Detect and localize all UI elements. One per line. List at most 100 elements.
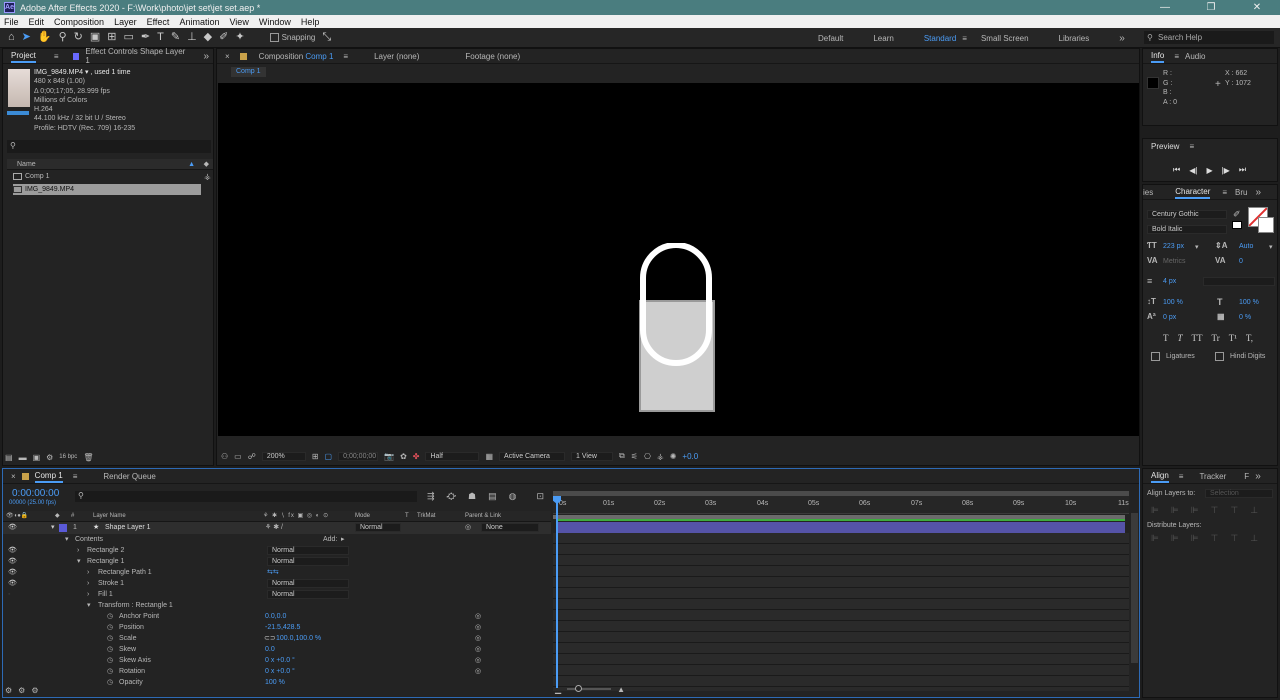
hindi-digits-option[interactable]: Hindi Digits	[1215, 352, 1265, 361]
property-row[interactable]: ◷ Scale ⊂⊃ 100.0,100.0 % ◎	[3, 633, 551, 644]
clone-stamp-tool-icon[interactable]: ⊥	[187, 32, 197, 43]
twirl-open-icon[interactable]: ▾	[51, 522, 55, 534]
property-row[interactable]: 👁 › Rectangle Path 1 ⇆⇆	[3, 567, 551, 578]
grid-icon[interactable]: ⊞	[312, 452, 319, 461]
swap-colors-icon[interactable]	[1232, 221, 1242, 229]
close-tab-icon[interactable]: ×	[11, 472, 16, 481]
twirl-icon[interactable]: ›	[87, 589, 89, 600]
pan-behind-tool-icon[interactable]: ⊞	[107, 32, 116, 43]
view-layout-select[interactable]: 1 View	[571, 451, 614, 461]
expression-pickwhip-icon[interactable]: ◎	[475, 666, 481, 677]
comp-mini-flowchart-icon[interactable]: ⇶	[427, 491, 435, 502]
menu-help[interactable]: Help	[301, 17, 320, 27]
draft-3d-icon[interactable]: ⛮	[447, 491, 456, 502]
property-row[interactable]: ◷ Anchor Point 0.0,0.0 ◎	[3, 611, 551, 622]
next-frame-icon[interactable]: |▶	[1222, 166, 1230, 175]
eraser-tool-icon[interactable]: ◆	[204, 32, 212, 43]
menu-animation[interactable]: Animation	[179, 17, 219, 27]
blend-mode-select[interactable]: Normal	[267, 557, 349, 566]
property-row[interactable]: ◷ Rotation 0 x +0.0 ° ◎	[3, 666, 551, 677]
timeline-search-input[interactable]: ⚲	[75, 491, 417, 502]
graph-editor-icon[interactable]: ⊡	[536, 491, 544, 502]
twirl-icon[interactable]: ›	[77, 545, 79, 556]
av-features-icons[interactable]: 👁◖●🔒	[6, 511, 28, 522]
zoom-slider[interactable]	[567, 685, 612, 692]
stopwatch-icon[interactable]: ◷	[107, 633, 113, 644]
always-preview-icon[interactable]: ⚇	[221, 452, 228, 461]
distribute-right-icon[interactable]: ⊥	[1250, 533, 1258, 544]
zoom-tool-icon[interactable]: ⚲	[59, 32, 67, 43]
zoom-in-icon[interactable]: ▲	[617, 685, 625, 694]
trash-icon[interactable]: 🗑	[83, 453, 93, 462]
composition-viewer[interactable]	[218, 83, 1139, 436]
hand-tool-icon[interactable]: ✋	[38, 32, 52, 43]
visibility-toggle-icon[interactable]: 👁	[8, 556, 17, 567]
expression-pickwhip-icon[interactable]: ◎	[475, 655, 481, 666]
last-frame-icon[interactable]: ⏭	[1239, 165, 1246, 175]
add-content-icon[interactable]: ▸	[341, 534, 345, 545]
align-left-icon[interactable]: ⊫	[1151, 505, 1159, 516]
mask-visibility-icon[interactable]: ☍	[248, 452, 256, 461]
playhead[interactable]	[556, 496, 558, 688]
path-direction-icon[interactable]: ⇆⇆	[267, 567, 279, 578]
blend-mode-select[interactable]: Normal	[267, 590, 349, 599]
project-menu-icon[interactable]: ≡	[54, 52, 59, 61]
align-top-icon[interactable]: ⊤	[1211, 505, 1219, 516]
ligatures-option[interactable]: Ligatures	[1151, 352, 1195, 361]
faux-italic-button[interactable]: T	[1178, 333, 1183, 343]
monitor-icon[interactable]: ▭	[234, 452, 242, 461]
shy-layers-icon[interactable]: ☗	[468, 491, 476, 502]
expression-pickwhip-icon[interactable]: ◎	[475, 644, 481, 655]
column-parent[interactable]: Parent & Link	[465, 511, 501, 522]
menu-window[interactable]: Window	[259, 17, 291, 27]
snapping-checkbox[interactable]	[269, 33, 279, 42]
workspace-default[interactable]: Default	[818, 34, 843, 43]
stopwatch-icon[interactable]: ◷	[107, 611, 113, 622]
twirl-icon[interactable]: ▾	[65, 534, 69, 545]
workspace-menu-icon[interactable]: ≡	[962, 34, 967, 43]
tab-info[interactable]: Info	[1151, 50, 1165, 63]
flowchart-icon[interactable]: ⚶	[204, 172, 211, 181]
workspace-learn[interactable]: Learn	[873, 34, 893, 43]
composition-menu-icon[interactable]: ≡	[343, 52, 348, 61]
kerning-value[interactable]: Metrics	[1163, 258, 1186, 265]
property-value[interactable]: -21.5,428.5	[265, 622, 300, 633]
bpc-label[interactable]: 16 bpc	[59, 454, 77, 460]
pen-tool-icon[interactable]: ✒	[141, 32, 150, 43]
align-middle-icon[interactable]: ⊤	[1230, 505, 1238, 516]
label-column-icon[interactable]: ◆	[55, 511, 60, 522]
selection-tool-icon[interactable]: ➤	[22, 32, 31, 43]
align-menu-icon[interactable]: ≡	[1179, 472, 1184, 481]
menu-effect[interactable]: Effect	[147, 17, 170, 27]
layer-duration-bar[interactable]	[557, 522, 1125, 533]
close-tab-icon[interactable]: ×	[225, 52, 230, 61]
tsume-value[interactable]: 0 %	[1239, 314, 1251, 321]
timeline-icon[interactable]: ⎔	[644, 452, 651, 461]
parent-select[interactable]: None	[481, 523, 539, 532]
stopwatch-icon[interactable]: ◷	[107, 622, 113, 633]
layer-row[interactable]: 👁 ▾ 1 ★ Shape Layer 1 ⚘ ✱ / Normal ◎ Non…	[3, 522, 551, 534]
property-value[interactable]: 0 x +0.0 °	[265, 666, 295, 677]
comp-breadcrumb[interactable]: Comp 1	[231, 67, 266, 77]
color-channel-icon[interactable]: ✤	[413, 452, 420, 461]
first-frame-icon[interactable]: ⏮	[1173, 165, 1180, 175]
exposure-value[interactable]: +0.0	[682, 452, 698, 461]
column-name[interactable]: Name	[17, 161, 36, 168]
twirl-icon[interactable]: ›	[87, 578, 89, 589]
faux-bold-button[interactable]: T	[1163, 333, 1169, 343]
align-right-icon[interactable]: ⊫	[1191, 505, 1199, 516]
show-snapshot-icon[interactable]: ✿	[400, 452, 407, 461]
tab-properties[interactable]: ies	[1143, 188, 1153, 197]
stopwatch-icon[interactable]: ◷	[107, 655, 113, 666]
property-row[interactable]: ◷ Position -21.5,428.5 ◎	[3, 622, 551, 633]
eyedropper-icon[interactable]: ✐	[1233, 209, 1241, 220]
property-row[interactable]: ▾ Contents Add: ▸	[3, 534, 551, 545]
vertical-scrollbar[interactable]	[1131, 513, 1138, 663]
tab-effect-controls[interactable]: Effect Controls Shape Layer 1	[85, 47, 189, 65]
chevron-down-icon[interactable]: ▾	[1269, 243, 1273, 251]
property-row[interactable]: 👁 ▾ Rectangle 1 Normal	[3, 556, 551, 567]
leading-value[interactable]: Auto	[1239, 243, 1253, 250]
tab-composition[interactable]: Composition Comp 1	[259, 52, 334, 61]
magnification-select[interactable]: 200%	[261, 451, 306, 461]
align-bottom-icon[interactable]: ⊥	[1250, 505, 1258, 516]
